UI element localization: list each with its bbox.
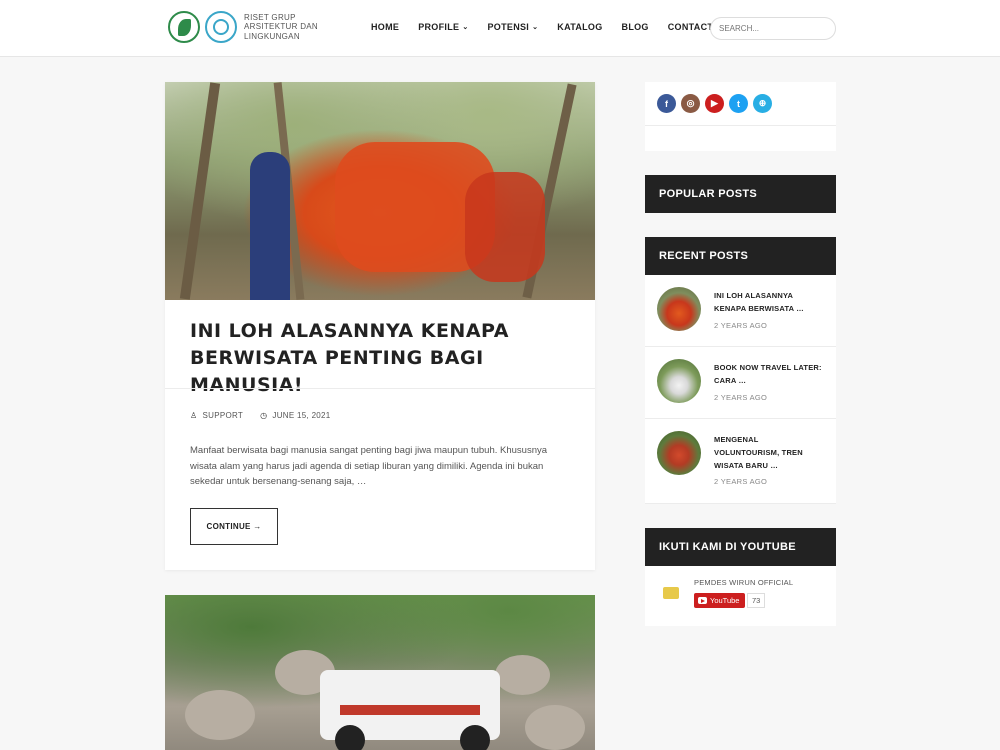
post-meta: ♙ SUPPORT ◷ JUNE 15, 2021	[190, 411, 348, 420]
post-date-label: JUNE 15, 2021	[272, 411, 331, 420]
recent-post-date: 2 YEARS AGO	[714, 393, 768, 402]
list-item[interactable]: MENGENAL VOLUNTOURISM, TREN WISATA BARU …	[645, 419, 836, 504]
list-item[interactable]: INI LOH ALASANNYA KENAPA BERWISATA … 2 Y…	[645, 275, 836, 347]
divider	[645, 125, 836, 126]
chevron-down-icon: ⌄	[532, 24, 539, 31]
post-excerpt: Manfaat berwisata bagi manusia sangat pe…	[190, 445, 548, 487]
youtube-channel-name[interactable]: PEMDES WIRUN OFFICIAL	[694, 578, 793, 587]
recent-post-title[interactable]: MENGENAL VOLUNTOURISM, TREN WISATA BARU …	[714, 433, 824, 472]
recent-post-title[interactable]: BOOK NOW TRAVEL LATER: CARA …	[714, 361, 824, 387]
recent-post-title[interactable]: INI LOH ALASANNYA KENAPA BERWISATA …	[714, 289, 824, 315]
post-card: INI LOH ALASANNYA KENAPA BERWISATA PENTI…	[165, 82, 595, 570]
play-icon	[698, 597, 707, 604]
post-divider	[165, 388, 595, 389]
nav-blog[interactable]: BLOG	[622, 22, 649, 32]
youtube-icon[interactable]: ▶	[705, 94, 724, 113]
recent-post-date: 2 YEARS AGO	[714, 477, 768, 486]
list-item[interactable]: BOOK NOW TRAVEL LATER: CARA … 2 YEARS AG…	[645, 347, 836, 419]
user-icon: ♙	[190, 411, 198, 420]
nav-contact[interactable]: CONTACT	[668, 22, 713, 32]
university-seal-icon	[205, 11, 237, 43]
youtube-button-label: YouTube	[710, 596, 740, 605]
recent-posts-list: INI LOH ALASANNYA KENAPA BERWISATA … 2 Y…	[645, 275, 836, 504]
nav-contact-label: CONTACT	[667, 22, 714, 32]
recent-post-thumbnail[interactable]	[657, 359, 701, 403]
subscriber-count: 73	[747, 593, 766, 608]
nav-blog-label: BLOG	[621, 22, 649, 32]
channel-logo-icon	[663, 587, 679, 599]
recent-post-date: 2 YEARS AGO	[714, 321, 768, 330]
search-input[interactable]	[710, 17, 836, 40]
youtube-heading: IKUTI KAMI DI YOUTUBE	[645, 528, 836, 566]
twitter-icon[interactable]: t	[729, 94, 748, 113]
post-featured-image[interactable]	[165, 82, 595, 300]
instagram-icon[interactable]: ◎	[681, 94, 700, 113]
youtube-widget: PEMDES WIRUN OFFICIAL YouTube 73	[645, 566, 836, 626]
continue-button[interactable]: CONTINUE →	[190, 508, 278, 545]
post-date: ◷ JUNE 15, 2021	[260, 411, 330, 420]
nav-potensi[interactable]: POTENSI ⌄	[487, 22, 538, 32]
clock-icon: ◷	[260, 411, 268, 420]
chevron-down-icon: ⌄	[462, 24, 469, 31]
youtube-subscribe-button[interactable]: YouTube	[694, 593, 745, 608]
recent-posts-heading: RECENT POSTS	[645, 237, 836, 275]
leaf-logo-icon	[168, 11, 200, 43]
facebook-icon[interactable]: f	[657, 94, 676, 113]
nav-potensi-label: POTENSI	[487, 22, 530, 32]
logo-text: RISET GRUP ARSITEKTUR DAN LINGKUNGAN	[244, 12, 318, 41]
site-logo[interactable]: RISET GRUP ARSITEKTUR DAN LINGKUNGAN	[168, 11, 324, 43]
popular-posts-heading: POPULAR POSTS	[645, 175, 836, 213]
site-header: RISET GRUP ARSITEKTUR DAN LINGKUNGAN HOM…	[0, 0, 1000, 57]
social-widget: f ◎ ▶ t ⊕	[645, 82, 836, 151]
nav-profile-label: PROFILE	[418, 22, 460, 32]
nav-home-label: HOME	[371, 22, 400, 32]
social-links: f ◎ ▶ t ⊕	[657, 94, 777, 113]
nav-profile[interactable]: PROFILE ⌄	[418, 22, 468, 32]
recent-post-thumbnail[interactable]	[657, 287, 701, 331]
main-nav: HOME PROFILE ⌄ POTENSI ⌄ KATALOG BLOG CONT…	[371, 22, 732, 32]
nav-katalog[interactable]: KATALOG	[557, 22, 602, 32]
post-author[interactable]: ♙ SUPPORT	[190, 411, 243, 420]
nav-katalog-label: KATALOG	[557, 22, 603, 32]
globe-icon[interactable]: ⊕	[753, 94, 772, 113]
post-card	[165, 595, 595, 750]
nav-home[interactable]: HOME	[371, 22, 399, 32]
post-author-label: SUPPORT	[202, 411, 244, 420]
recent-post-thumbnail[interactable]	[657, 431, 701, 475]
post-featured-image[interactable]	[165, 595, 595, 750]
post-title[interactable]: INI LOH ALASANNYA KENAPA BERWISATA PENTI…	[190, 318, 580, 399]
